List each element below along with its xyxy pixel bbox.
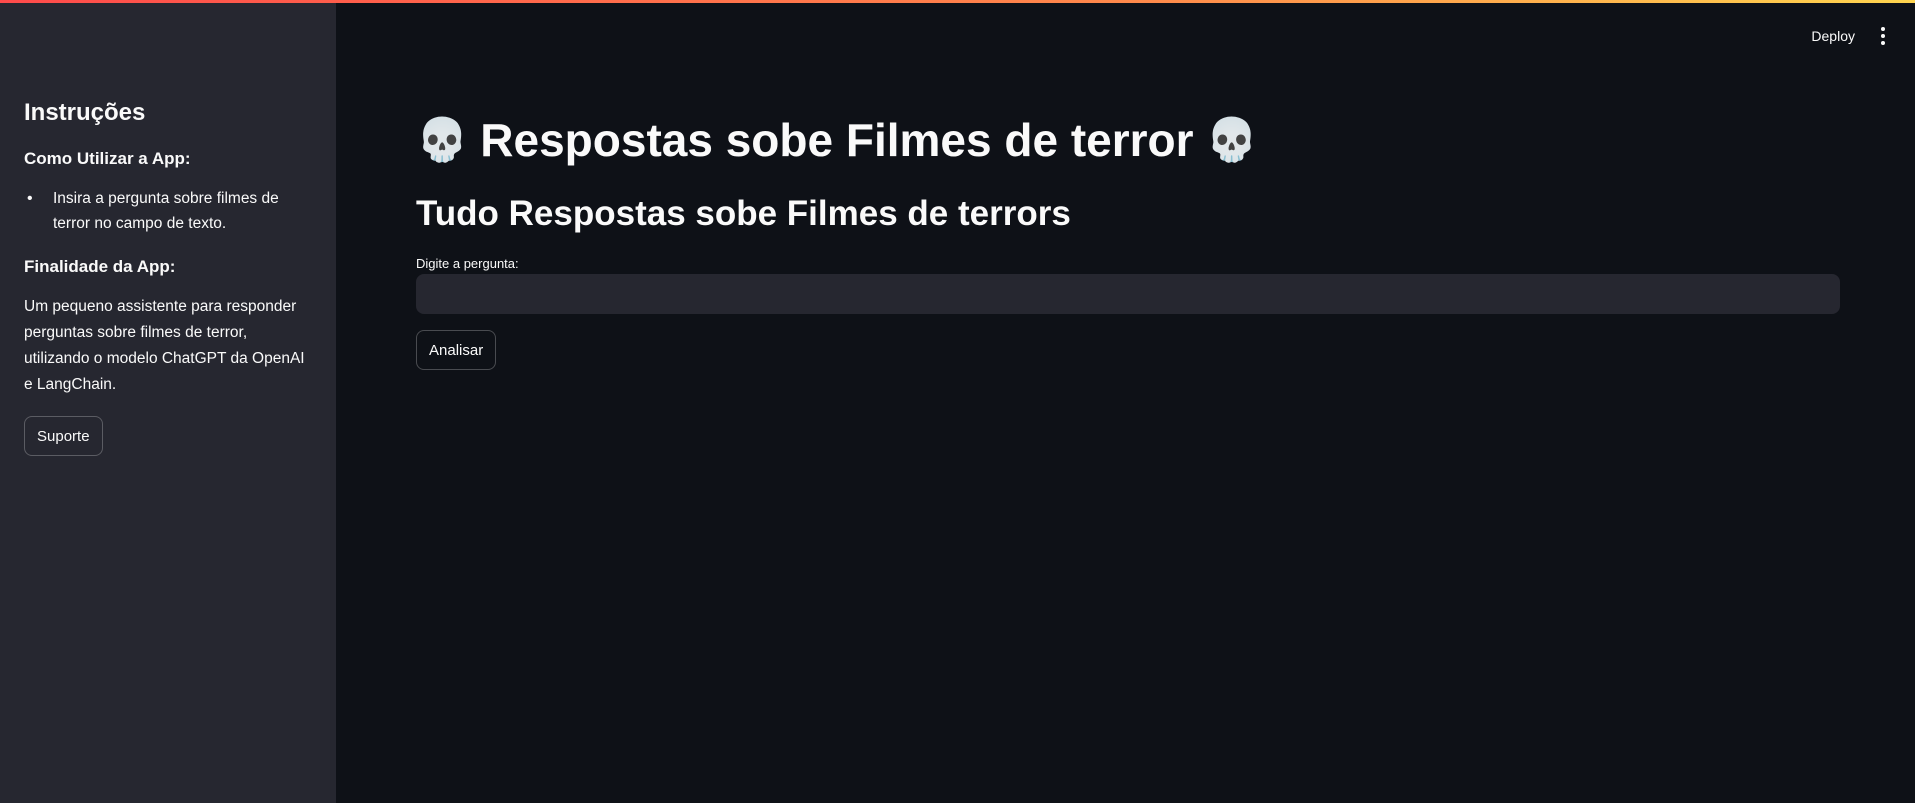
page-subtitle: Tudo Respostas sobe Filmes de terrors [416,194,1071,233]
page-title: 💀 Respostas sobe Filmes de terror 💀 [416,110,1840,170]
question-input[interactable] [416,274,1840,314]
menu-dot [1881,27,1885,31]
question-input-label: Digite a pergunta: [416,256,519,271]
vertical-ellipsis-icon[interactable] [1875,24,1891,48]
app-header: Deploy [336,0,1915,72]
how-to-list: Insira a pergunta sobre filmes de terror… [24,186,312,236]
menu-dot [1881,41,1885,45]
list-item: Insira a pergunta sobre filmes de terror… [24,186,312,236]
deploy-button[interactable]: Deploy [1811,24,1855,48]
purpose-text: Um pequeno assistente para responder per… [24,298,305,393]
skull-icon: 💀 [1205,116,1258,163]
page-title-text: Respostas sobe Filmes de terror [480,114,1194,166]
skull-icon: 💀 [416,116,469,163]
purpose-heading: Finalidade da App: [24,257,176,276]
top-decoration-stripe [0,0,1915,3]
analyze-button[interactable]: Analisar [416,330,497,370]
support-button[interactable]: Suporte [24,416,103,456]
main-content: 💀 Respostas sobe Filmes de terror 💀 Tudo… [416,110,1840,370]
sidebar: Instruções Como Utilizar a App: Insira a… [0,0,336,803]
sidebar-title: Instruções [24,99,146,126]
how-to-heading: Como Utilizar a App: [24,149,191,168]
menu-dot [1881,34,1885,38]
